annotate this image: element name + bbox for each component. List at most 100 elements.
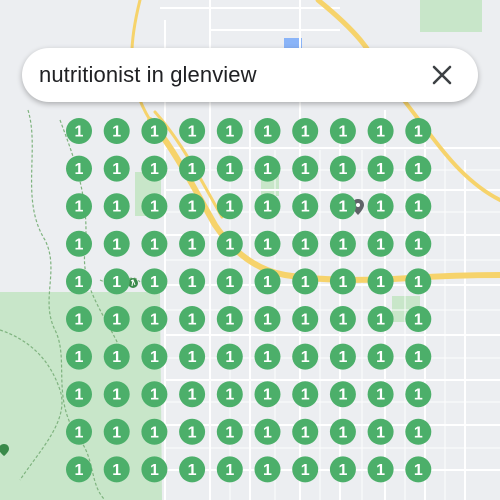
rank-marker[interactable]: 1 [329, 306, 356, 332]
rank-marker[interactable]: 1 [367, 118, 394, 144]
rank-marker[interactable]: 1 [141, 268, 168, 295]
rank-marker[interactable]: 1 [367, 343, 394, 370]
rank-marker[interactable]: 1 [103, 381, 130, 408]
rank-marker[interactable]: 1 [103, 418, 130, 445]
rank-marker[interactable]: 1 [405, 306, 432, 332]
rank-marker[interactable]: 1 [405, 230, 432, 257]
rank-marker[interactable]: 1 [292, 381, 319, 408]
rank-marker[interactable]: 1 [405, 268, 432, 295]
rank-marker[interactable]: 1 [254, 381, 281, 408]
rank-marker[interactable]: 1 [103, 230, 130, 257]
rank-marker[interactable]: 1 [179, 381, 206, 408]
rank-marker[interactable]: 1 [103, 306, 130, 332]
rank-marker[interactable]: 1 [66, 343, 92, 370]
rank-marker[interactable]: 1 [329, 418, 356, 445]
rank-marker[interactable]: 1 [254, 155, 281, 182]
rank-marker[interactable]: 1 [292, 193, 319, 220]
rank-marker[interactable]: 1 [405, 343, 432, 370]
rank-marker[interactable]: 1 [141, 343, 168, 370]
rank-marker[interactable]: 1 [329, 268, 356, 295]
rank-marker[interactable]: 1 [367, 418, 394, 445]
rank-marker[interactable]: 1 [292, 118, 319, 144]
rank-marker[interactable]: 1 [179, 306, 206, 332]
rank-marker[interactable]: 1 [405, 456, 432, 483]
rank-marker[interactable]: 1 [179, 193, 206, 220]
rank-marker[interactable]: 1 [141, 118, 168, 144]
rank-marker[interactable]: 1 [103, 155, 130, 182]
rank-marker[interactable]: 1 [141, 418, 168, 445]
rank-marker[interactable]: 1 [254, 343, 281, 370]
close-icon[interactable] [428, 61, 456, 89]
rank-marker[interactable]: 1 [292, 343, 319, 370]
rank-marker[interactable]: 1 [292, 306, 319, 332]
rank-marker[interactable]: 1 [254, 456, 281, 483]
rank-marker[interactable]: 1 [216, 306, 243, 332]
rank-marker[interactable]: 1 [179, 118, 206, 144]
rank-marker[interactable]: 1 [179, 343, 206, 370]
rank-marker[interactable]: 1 [103, 118, 130, 144]
rank-marker[interactable]: 1 [141, 155, 168, 182]
rank-marker[interactable]: 1 [66, 306, 92, 332]
rank-marker[interactable]: 1 [254, 193, 281, 220]
rank-marker[interactable]: 1 [179, 456, 206, 483]
rank-marker[interactable]: 1 [254, 118, 281, 144]
rank-marker[interactable]: 1 [66, 155, 92, 182]
rank-marker[interactable]: 1 [66, 118, 92, 144]
rank-marker[interactable]: 1 [367, 381, 394, 408]
rank-marker[interactable]: 1 [66, 193, 92, 220]
rank-marker[interactable]: 1 [216, 193, 243, 220]
rank-marker[interactable]: 1 [405, 118, 432, 144]
rank-marker[interactable]: 1 [216, 268, 243, 295]
rank-marker[interactable]: 1 [367, 306, 394, 332]
rank-marker[interactable]: 1 [141, 381, 168, 408]
rank-marker[interactable]: 1 [329, 381, 356, 408]
rank-marker[interactable]: 1 [254, 418, 281, 445]
rank-marker[interactable]: 1 [405, 155, 432, 182]
rank-marker[interactable]: 1 [216, 230, 243, 257]
rank-marker[interactable]: 1 [66, 230, 92, 257]
rank-marker[interactable]: 1 [329, 118, 356, 144]
rank-marker[interactable]: 1 [367, 268, 394, 295]
rank-marker[interactable]: 1 [292, 456, 319, 483]
rank-marker[interactable]: 1 [179, 268, 206, 295]
rank-marker[interactable]: 1 [329, 230, 356, 257]
rank-marker[interactable]: 1 [103, 193, 130, 220]
rank-marker[interactable]: 1 [292, 268, 319, 295]
search-box[interactable]: nutritionist in glenview [22, 48, 478, 102]
rank-marker[interactable]: 1 [141, 306, 168, 332]
rank-marker[interactable]: 1 [292, 155, 319, 182]
rank-marker[interactable]: 1 [179, 230, 206, 257]
rank-marker[interactable]: 1 [254, 230, 281, 257]
search-input[interactable]: nutritionist in glenview [39, 62, 257, 88]
rank-marker[interactable]: 1 [216, 381, 243, 408]
rank-marker[interactable]: 1 [66, 456, 92, 483]
rank-marker[interactable]: 1 [216, 155, 243, 182]
rank-marker[interactable]: 1 [216, 418, 243, 445]
rank-marker[interactable]: 1 [103, 456, 130, 483]
rank-marker[interactable]: 1 [103, 343, 130, 370]
rank-marker[interactable]: 1 [292, 230, 319, 257]
rank-marker[interactable]: 1 [66, 418, 92, 445]
rank-marker[interactable]: 1 [329, 155, 356, 182]
rank-marker[interactable]: 1 [367, 193, 394, 220]
rank-marker[interactable]: 1 [367, 155, 394, 182]
rank-marker[interactable]: 1 [329, 193, 356, 220]
rank-marker[interactable]: 1 [405, 381, 432, 408]
rank-marker[interactable]: 1 [179, 418, 206, 445]
rank-marker[interactable]: 1 [329, 343, 356, 370]
rank-marker[interactable]: 1 [329, 456, 356, 483]
rank-marker[interactable]: 1 [66, 381, 92, 408]
rank-marker[interactable]: 1 [254, 306, 281, 332]
rank-marker[interactable]: 1 [66, 268, 92, 295]
rank-marker[interactable]: 1 [103, 268, 130, 295]
rank-marker[interactable]: 1 [216, 343, 243, 370]
rank-marker[interactable]: 1 [141, 230, 168, 257]
rank-marker[interactable]: 1 [141, 193, 168, 220]
rank-marker[interactable]: 1 [292, 418, 319, 445]
rank-marker[interactable]: 1 [141, 456, 168, 483]
rank-marker[interactable]: 1 [179, 155, 206, 182]
rank-marker[interactable]: 1 [405, 193, 432, 220]
rank-marker[interactable]: 1 [254, 268, 281, 295]
rank-marker[interactable]: 1 [216, 456, 243, 483]
rank-marker[interactable]: 1 [367, 230, 394, 257]
